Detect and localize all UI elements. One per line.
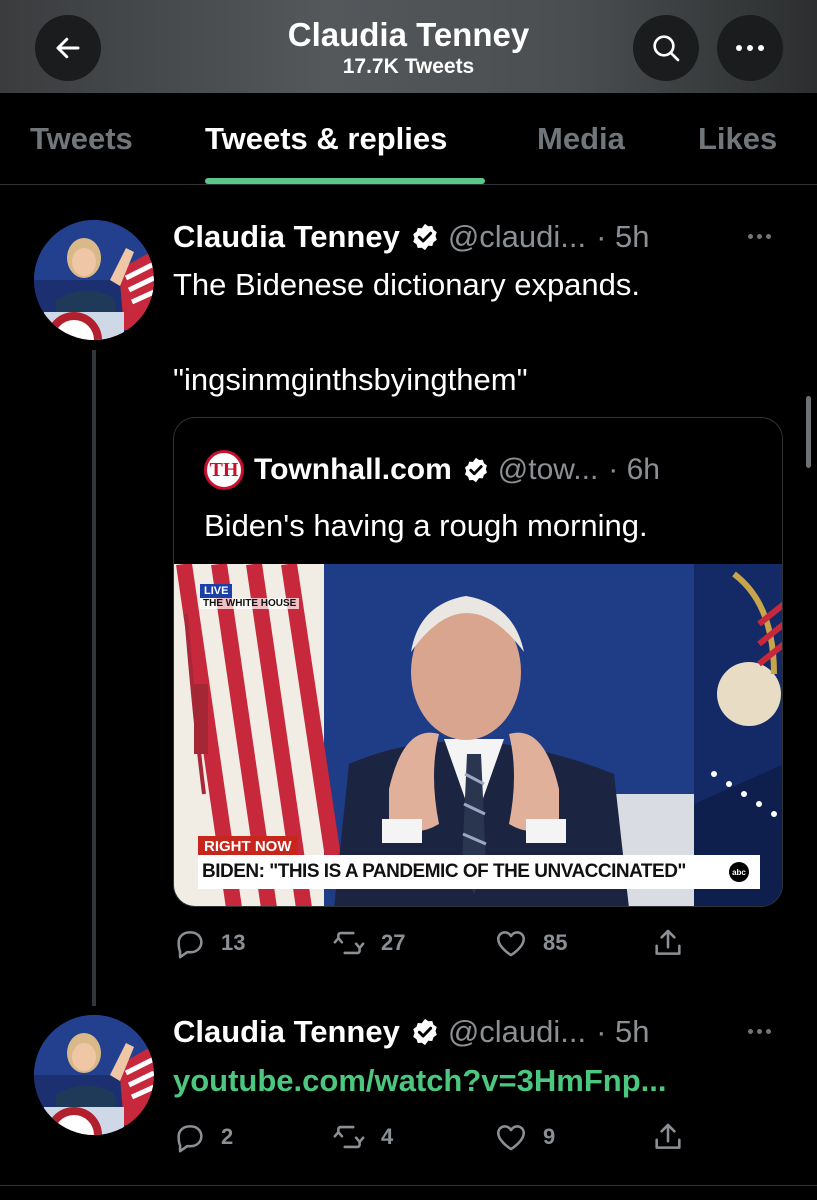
tweet-more-icon[interactable] (748, 234, 771, 239)
live-badge: LIVE (200, 584, 233, 598)
right-now-tag: RIGHT NOW (198, 836, 298, 857)
retweet-count: 4 (381, 1124, 394, 1149)
retweet-button[interactable]: 4 (331, 1117, 393, 1157)
active-tab-indicator (205, 178, 485, 184)
like-button[interactable]: 9 (493, 1117, 555, 1157)
quoted-timestamp: · 6h (608, 453, 660, 486)
retweet-count: 27 (381, 930, 406, 955)
tweet-timestamp[interactable]: · 5h (596, 1014, 649, 1050)
tweet-actions: 13 27 85 (173, 923, 693, 963)
verified-badge-icon (410, 1017, 440, 1047)
tweet-text: The Bidenese dictionary expands. (173, 267, 641, 302)
avatar[interactable] (34, 220, 154, 340)
tweet-more-icon[interactable] (748, 1029, 771, 1034)
like-count: 85 (543, 930, 568, 955)
tab-tweets-and-replies[interactable]: Tweets & replies (205, 93, 447, 185)
avatar-photo (34, 1015, 154, 1135)
quoted-tweet-card[interactable]: TH Townhall.com @tow... · 6h Biden's hav… (173, 417, 783, 907)
quoted-tweet-text: Biden's having a rough morning. (204, 508, 648, 543)
thread-connector-line (92, 350, 96, 1006)
share-icon (655, 1123, 681, 1149)
share-button[interactable] (651, 923, 685, 963)
tweet-author-name[interactable]: Claudia Tenney (173, 219, 400, 255)
search-icon (653, 35, 680, 62)
tweet-actions: 2 4 9 (173, 1117, 693, 1157)
tab-media[interactable]: Media (537, 93, 625, 185)
reply-icon (177, 1125, 203, 1153)
share-button[interactable] (651, 1117, 685, 1157)
tab-tweets[interactable]: Tweets (30, 93, 133, 185)
quoted-author-name: Townhall.com (254, 453, 452, 486)
townhall-logo-icon: TH (204, 450, 244, 490)
network-logo-icon: abc (729, 862, 749, 882)
reply-button[interactable]: 13 (173, 923, 245, 963)
heart-icon (496, 1125, 526, 1151)
scrollbar[interactable] (806, 396, 811, 468)
tweet-divider (0, 1185, 817, 1186)
profile-tabs: Tweets Tweets & replies Media Likes (0, 93, 817, 185)
retweet-icon (333, 1125, 365, 1149)
reply-count: 2 (221, 1124, 234, 1149)
heart-icon (496, 931, 526, 957)
like-count: 9 (543, 1124, 556, 1149)
like-button[interactable]: 85 (493, 923, 567, 963)
broadcast-location: THE WHITE HOUSE (200, 598, 300, 609)
tab-likes[interactable]: Likes (698, 93, 777, 185)
more-options-button[interactable] (717, 15, 783, 81)
share-icon (655, 929, 681, 955)
avatar[interactable] (34, 1015, 154, 1135)
tweet-text-line2: "ingsinmginthsbyingthem" (173, 362, 528, 397)
tweet-header: Claudia Tenney @claudi... · 5h (173, 217, 650, 257)
reply-button[interactable]: 2 (173, 1117, 233, 1157)
profile-header: Claudia Tenney 17.7K Tweets (0, 0, 817, 93)
tweet-author-name[interactable]: Claudia Tenney (173, 1014, 400, 1050)
tweet-link[interactable]: youtube.com/watch?v=3HmFnp... (173, 1061, 667, 1101)
retweet-button[interactable]: 27 (331, 923, 405, 963)
verified-badge-icon (462, 456, 490, 484)
tweet-author-handle[interactable]: @claudi... (448, 1014, 586, 1050)
reply-icon (177, 931, 203, 959)
video-thumbnail[interactable]: LIVE THE WHITE HOUSE RIGHT NOW BIDEN: "T… (174, 564, 782, 906)
quoted-author-handle: @tow... (497, 453, 599, 486)
more-horizontal-icon (736, 45, 764, 51)
tweet-header: Claudia Tenney @claudi... · 5h (173, 1012, 650, 1052)
avatar-photo (34, 220, 154, 340)
tweet-author-handle[interactable]: @claudi... (448, 219, 586, 255)
retweet-icon (333, 931, 365, 955)
verified-badge-icon (410, 222, 440, 252)
tweet-timestamp[interactable]: · 5h (596, 219, 649, 255)
search-button[interactable] (633, 15, 699, 81)
reply-count: 13 (221, 930, 246, 955)
quoted-tweet-header: TH Townhall.com @tow... · 6h (204, 450, 660, 490)
news-caption: BIDEN: "THIS IS A PANDEMIC OF THE UNVACC… (198, 855, 760, 889)
